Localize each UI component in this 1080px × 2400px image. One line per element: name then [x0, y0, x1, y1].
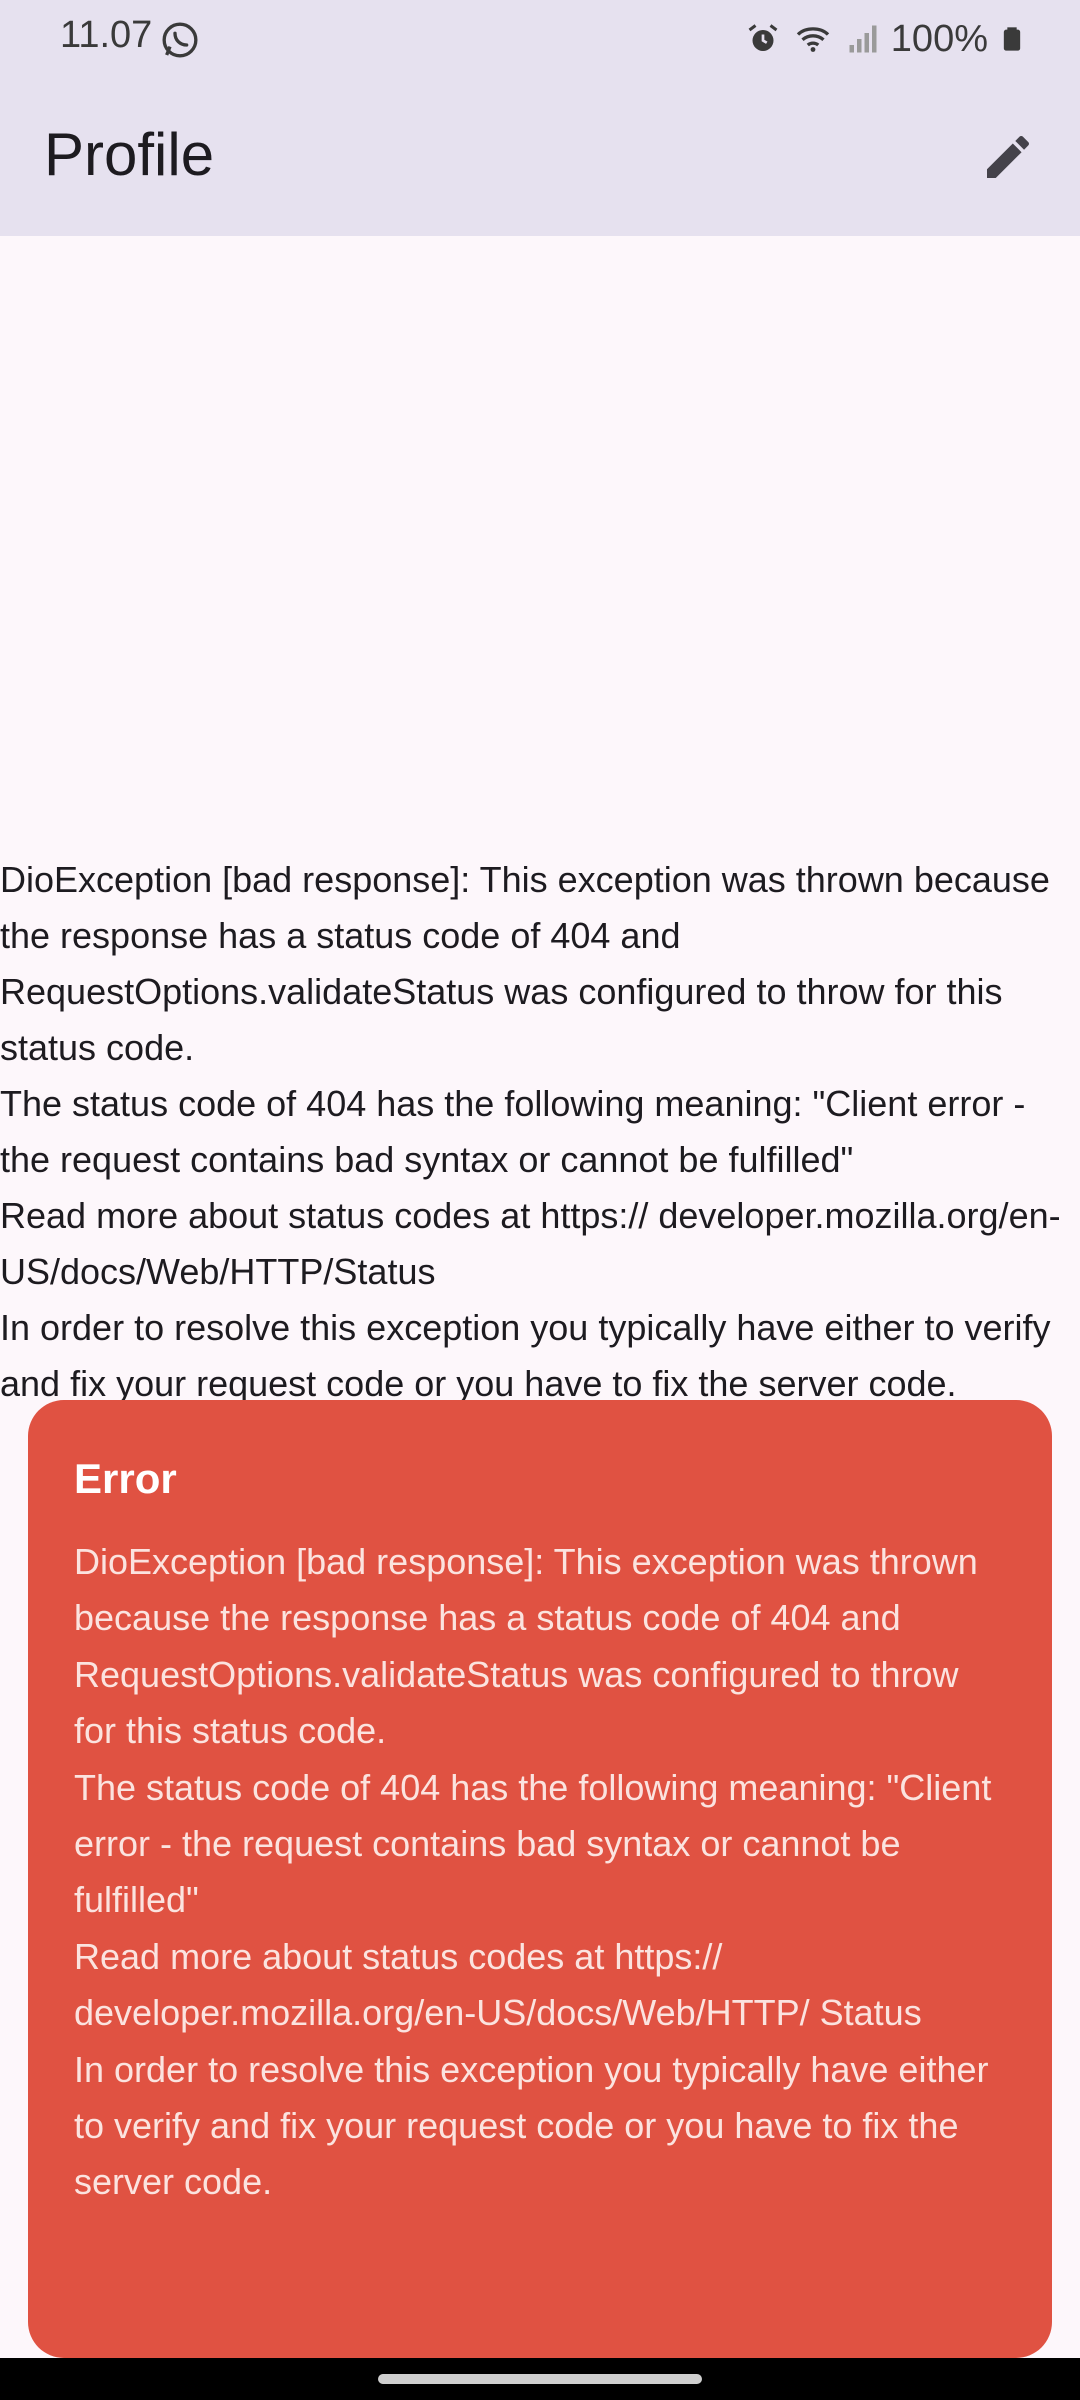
status-time: 11.07	[60, 14, 153, 56]
edit-button[interactable]	[966, 115, 1050, 199]
signal-icon	[849, 25, 877, 53]
error-snackbar-line: The status code of 404 has the following…	[74, 1766, 992, 1921]
error-snackbar-title: Error	[74, 1455, 177, 1502]
wifi-icon	[796, 27, 829, 52]
battery-icon	[1003, 27, 1021, 51]
app-bar: Profile	[0, 78, 1080, 236]
error-snackbar-line: In order to resolve this exception you t…	[74, 2048, 989, 2203]
error-line: DioException [bad response]: This except…	[0, 859, 1050, 1068]
error-snackbar-line: DioException [bad response]: This except…	[74, 1541, 978, 1752]
error-line: The status code of 404 has the following…	[0, 1083, 1026, 1180]
error-line: Read more about status codes at https://…	[0, 1195, 1061, 1292]
status-bar: 11.07 100%	[0, 0, 1080, 78]
status-icons: 100%	[745, 14, 1026, 64]
battery-percentage: 100%	[890, 17, 988, 60]
home-gesture-handle[interactable]	[378, 2374, 702, 2384]
error-message-text: DioException [bad response]: This except…	[0, 852, 1080, 1412]
whatsapp-icon	[162, 22, 198, 58]
navigation-bar	[0, 2358, 1080, 2400]
edit-icon	[987, 135, 1030, 178]
error-snackbar-line: Read more about status codes at https://…	[74, 1935, 922, 2034]
alarm-icon	[748, 24, 778, 51]
page-title: Profile	[44, 121, 215, 188]
error-line: In order to resolve this exception you t…	[0, 1307, 1051, 1404]
error-snackbar-message: DioException [bad response]: This except…	[74, 1534, 1008, 2211]
error-snackbar[interactable]: Error DioException [bad response]: This …	[28, 1400, 1052, 2358]
